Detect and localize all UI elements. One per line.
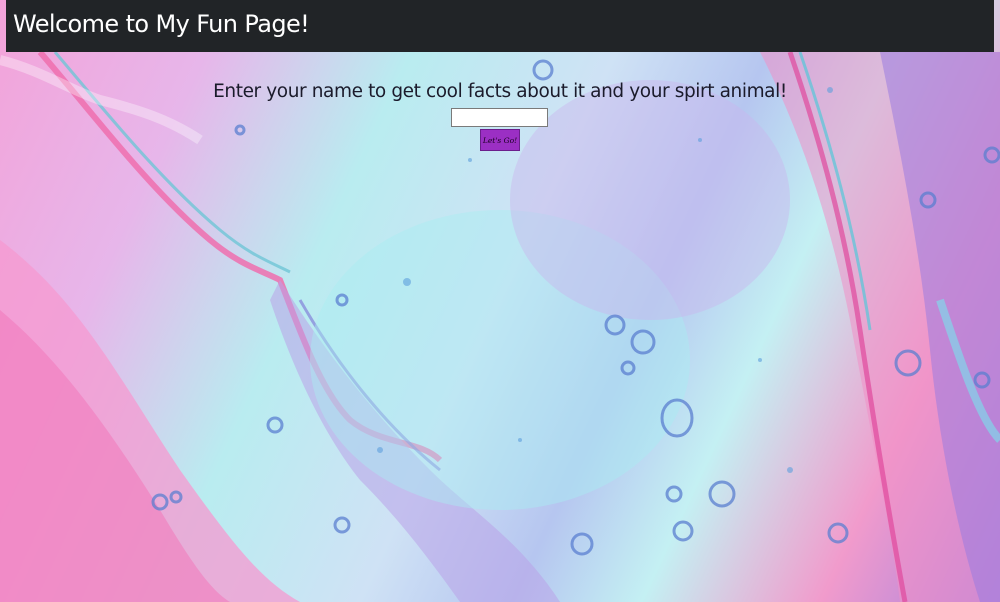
name-input[interactable] [451, 108, 548, 127]
lets-go-button[interactable]: Let's Go! [480, 129, 520, 151]
page-header: Welcome to My Fun Page! [6, 0, 994, 52]
page-title: Welcome to My Fun Page! [13, 10, 310, 38]
name-prompt: Enter your name to get cool facts about … [213, 81, 787, 102]
